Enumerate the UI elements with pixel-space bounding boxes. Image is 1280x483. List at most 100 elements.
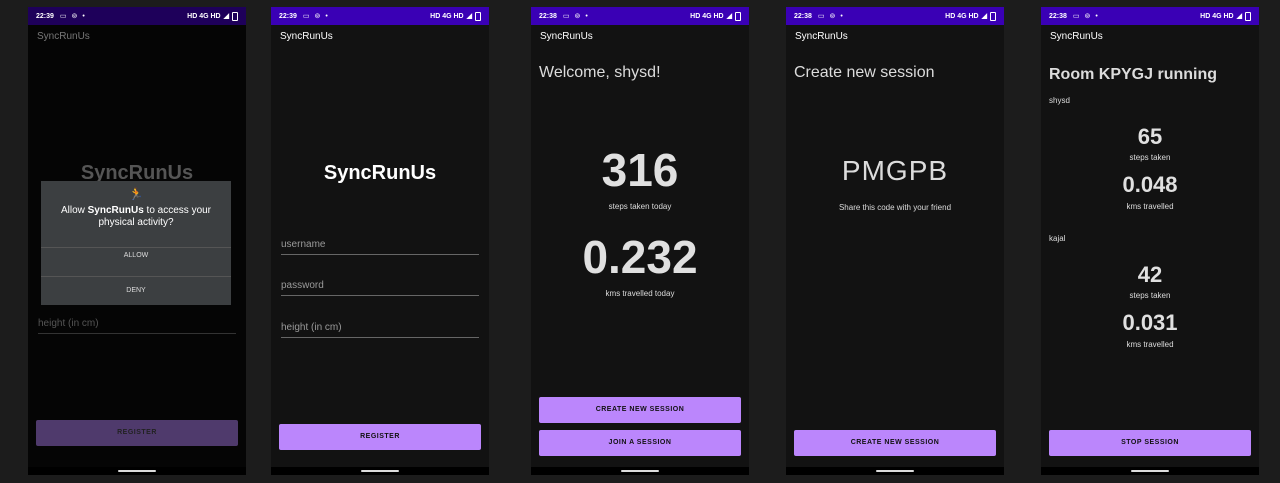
battery-icon [232,11,238,21]
create-session-button[interactable]: CREATE NEW SESSION [539,397,741,423]
kms-value: 0.232 [582,231,698,283]
dot-icon: • [82,12,85,20]
height-field[interactable]: height (in cm) [281,322,479,338]
status-bar: 22:38 ▭ ⊚ • HD 4G HD ◢ [531,7,749,25]
divider [41,247,231,248]
permission-dialog: 🏃 Allow SyncRunUs to access your physica… [41,181,231,305]
phone-screen-register: 22:39 ▭ ⊚ • HD 4G HD ◢ SyncRunUs SyncRun… [271,7,489,475]
stop-session-button[interactable]: STOP SESSION [1049,430,1251,456]
home-indicator[interactable] [361,470,399,472]
signal-icon: ◢ [223,13,229,20]
kms-label: kms travelled today [605,289,675,298]
status-bar: 22:39 ▭ ⊚ • HD 4G HD ◢ [271,7,489,25]
logo-title: SyncRunUs [323,162,437,184]
home-indicator[interactable] [876,470,914,472]
cast-icon: ▭ [1072,13,1080,20]
user-kms-label: kms travelled [1126,202,1174,211]
status-right: HD 4G HD ◢ [187,11,238,21]
network-indicators: HD 4G HD [1200,12,1234,20]
room-title: Room KPYGJ running [1049,66,1217,83]
divider [41,276,231,277]
battery-icon [1245,11,1251,21]
signal-icon: ◢ [466,13,472,20]
status-bar: 22:38 ▭ ⊚ • HD 4G HD ◢ [1041,7,1259,25]
signal-icon: ◢ [981,13,987,20]
cast-icon: ▭ [562,13,570,20]
dot-icon: • [840,12,843,20]
cast-icon: ▭ [817,13,825,20]
status-right: HD 4G HD ◢ [1200,11,1251,21]
status-time: 22:38 [539,12,557,20]
steps-label: steps taken today [608,202,672,211]
register-button[interactable]: REGISTER [279,424,481,450]
nav-bar [531,467,749,475]
nav-bar [786,467,1004,475]
dot-icon: • [1095,12,1098,20]
status-bar: 22:39 ▭ ⊚ • HD 4G HD ◢ [28,7,246,25]
walk-icon: 🏃 [128,187,144,201]
dialog-message-prefix: Allow [60,205,88,216]
username-field[interactable]: username [281,239,479,255]
user-kms-value: 0.048 [1122,172,1178,197]
app-title: SyncRunUs [1050,31,1103,42]
steps-value: 316 [601,144,679,196]
home-indicator[interactable] [118,470,156,472]
phone-screen-home: 22:38 ▭ ⊚ • HD 4G HD ◢ SyncRunUs Welcome… [531,7,749,475]
user-steps-value: 42 [1137,262,1163,287]
dot-icon: • [585,12,588,20]
status-bar: 22:38 ▭ ⊚ • HD 4G HD ◢ [786,7,1004,25]
register-button[interactable]: REGISTER [36,420,238,446]
battery-icon [990,11,996,21]
session-code: PMGPB [841,155,949,186]
network-indicators: HD 4G HD [187,12,221,20]
network-indicators: HD 4G HD [690,12,724,20]
dialog-app-name: SyncRunUs [87,205,144,216]
join-session-button[interactable]: JOIN A SESSION [539,430,741,456]
signal-icon: ◢ [726,13,732,20]
create-session-heading: Create new session [794,64,935,81]
cast-icon: ▭ [59,13,67,20]
nav-bar [28,467,246,475]
app-title: SyncRunUs [37,31,90,42]
height-field[interactable]: height (in cm) [38,318,236,334]
phone-screen-room: 22:38 ▭ ⊚ • HD 4G HD ◢ SyncRunUs Room KP… [1041,7,1259,475]
status-time: 22:38 [1049,12,1067,20]
status-time: 22:39 [36,12,54,20]
status-time: 22:38 [794,12,812,20]
status-right: HD 4G HD ◢ [690,11,741,21]
dialog-message: Allow SyncRunUs to access your physical … [49,205,223,229]
create-session-button[interactable]: CREATE NEW SESSION [794,430,996,456]
welcome-heading: Welcome, shysd! [539,64,661,81]
nav-bar [1041,467,1259,475]
sync-icon: ⊚ [71,13,78,20]
signal-icon: ◢ [1236,13,1242,20]
status-time: 22:39 [279,12,297,20]
home-indicator[interactable] [1131,470,1169,472]
battery-icon [735,11,741,21]
user-name: kajal [1049,234,1066,243]
share-code-hint: Share this code with your friend [838,203,952,212]
cast-icon: ▭ [302,13,310,20]
user-steps-label: steps taken [1129,291,1171,300]
app-title: SyncRunUs [280,31,333,42]
battery-icon [475,11,481,21]
allow-button[interactable]: ALLOW [41,252,231,259]
sync-icon: ⊚ [574,13,581,20]
dot-icon: • [325,12,328,20]
status-right: HD 4G HD ◢ [945,11,996,21]
user-name: shysd [1049,96,1070,105]
network-indicators: HD 4G HD [430,12,464,20]
phone-screen-permission: 22:39 ▭ ⊚ • HD 4G HD ◢ SyncRunUs SyncRun… [28,7,246,475]
user-steps-value: 65 [1137,124,1163,149]
app-title: SyncRunUs [540,31,593,42]
user-steps-label: steps taken [1129,153,1171,162]
phone-screen-create-session: 22:38 ▭ ⊚ • HD 4G HD ◢ SyncRunUs Create … [786,7,1004,475]
password-field[interactable]: password [281,280,479,296]
status-right: HD 4G HD ◢ [430,11,481,21]
nav-bar [271,467,489,475]
network-indicators: HD 4G HD [945,12,979,20]
home-indicator[interactable] [621,470,659,472]
app-title: SyncRunUs [795,31,848,42]
sync-icon: ⊚ [1084,13,1091,20]
deny-button[interactable]: DENY [41,287,231,294]
